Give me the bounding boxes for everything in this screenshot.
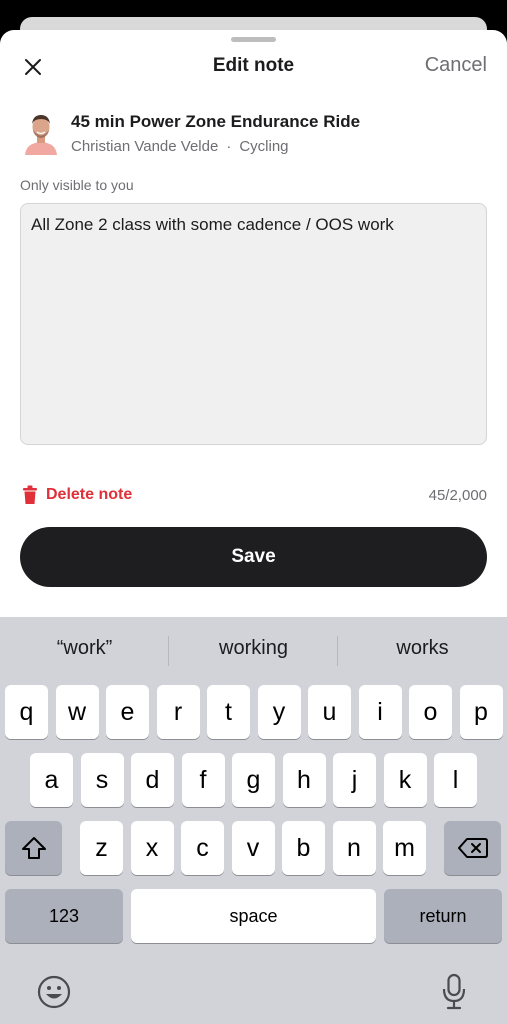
key-g[interactable]: g [232,753,275,807]
key-p[interactable]: p [459,685,503,739]
suggestion-3[interactable]: works [338,637,507,660]
emoji-icon [37,975,71,1009]
key-t[interactable]: t [207,685,250,739]
delete-note-button[interactable]: Delete note [22,485,132,505]
sheet-grabber[interactable] [231,37,276,42]
backspace-key[interactable] [444,821,501,875]
discipline-label: Cycling [239,138,289,155]
key-n[interactable]: n [332,821,376,875]
key-v[interactable]: v [231,821,275,875]
dictation-button[interactable] [434,970,474,1014]
key-z[interactable]: z [80,821,123,875]
class-info: 45 min Power Zone Endurance Ride Christi… [20,110,487,158]
shift-icon [21,837,46,859]
numbers-key[interactable]: 123 [5,889,123,943]
key-q[interactable]: q [5,685,48,739]
keyboard: “work” working works qwertyuiop asdfghjkl… [0,617,507,1024]
note-textarea[interactable]: All Zone 2 class with some cadence / OOS… [20,203,487,445]
delete-note-label: Delete note [46,486,133,503]
backspace-icon [457,838,488,858]
key-i[interactable]: i [358,685,402,739]
key-l[interactable]: l [434,753,477,807]
save-button[interactable]: Save [20,527,487,587]
key-r[interactable]: r [156,685,200,739]
emoji-button[interactable] [34,972,74,1012]
shift-key[interactable] [5,821,62,875]
visibility-label: Only visible to you [20,177,134,193]
key-y[interactable]: y [257,685,301,739]
key-a[interactable]: a [30,753,73,807]
cancel-button[interactable]: Cancel [425,54,487,77]
return-key[interactable]: return [384,889,502,943]
note-text: All Zone 2 class with some cadence / OOS… [31,215,394,234]
key-h[interactable]: h [282,753,326,807]
space-key[interactable]: space [131,889,376,943]
trash-icon [23,485,37,504]
key-f[interactable]: f [181,753,225,807]
suggestion-1[interactable]: “work” [0,637,169,660]
key-s[interactable]: s [80,753,124,807]
key-c[interactable]: c [181,821,224,875]
class-meta: Christian Vande Velde · Cycling [71,138,289,155]
key-w[interactable]: w [55,685,99,739]
key-k[interactable]: k [383,753,427,807]
key-j[interactable]: j [333,753,376,807]
key-o[interactable]: o [409,685,452,739]
key-x[interactable]: x [130,821,174,875]
key-e[interactable]: e [106,685,149,739]
character-counter: 45/2,000 [428,487,487,504]
meta-separator: · [226,138,232,155]
class-title: 45 min Power Zone Endurance Ride [71,112,361,131]
instructor-avatar [25,115,57,155]
microphone-icon [442,973,466,1010]
key-d[interactable]: d [131,753,174,807]
key-b[interactable]: b [282,821,325,875]
key-u[interactable]: u [308,685,351,739]
key-m[interactable]: m [383,821,426,875]
instructor-name: Christian Vande Velde [71,138,219,155]
suggestion-bar: “work” working works [0,617,507,683]
suggestion-2[interactable]: working [169,637,338,660]
